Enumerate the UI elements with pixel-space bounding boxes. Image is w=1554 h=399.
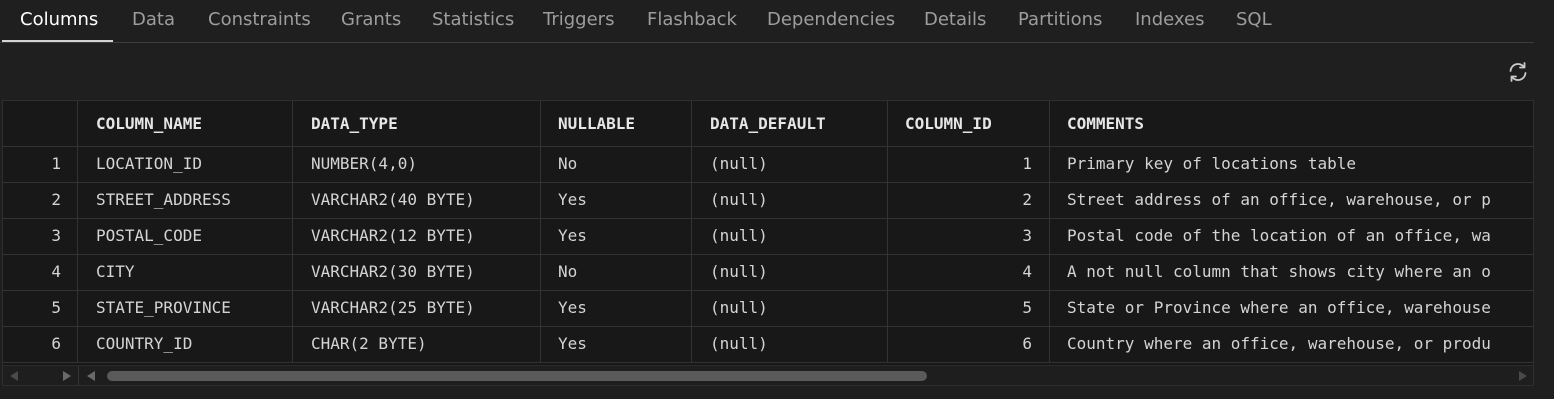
scrollbar-divider	[78, 366, 79, 385]
cell-data-default[interactable]: (null)	[692, 255, 888, 291]
cell-nullable[interactable]: Yes	[541, 327, 692, 363]
header-nullable[interactable]: NULLABLE	[541, 101, 692, 147]
cell-comments[interactable]: Primary key of locations table	[1050, 147, 1533, 183]
tab-dependencies[interactable]: Dependencies	[767, 0, 895, 42]
cell-data-type[interactable]: NUMBER(4,0)	[293, 147, 541, 183]
cell-column-name[interactable]: LOCATION_ID	[78, 147, 293, 183]
tab-sql[interactable]: SQL	[1236, 0, 1272, 42]
refresh-button[interactable]	[1506, 60, 1530, 84]
cell-column-id[interactable]: 3	[888, 219, 1050, 255]
cell-nullable[interactable]: No	[541, 147, 692, 183]
cell-data-type[interactable]: VARCHAR2(25 BYTE)	[293, 291, 541, 327]
header-data-type[interactable]: DATA_TYPE	[293, 101, 541, 147]
scrollbar-thumb[interactable]	[107, 371, 927, 381]
cell-column-id[interactable]: 5	[888, 291, 1050, 327]
table-row[interactable]: 5 STATE_PROVINCE VARCHAR2(25 BYTE) Yes (…	[3, 291, 1533, 327]
cell-data-type[interactable]: CHAR(2 BYTE)	[293, 327, 541, 363]
cell-data-default[interactable]: (null)	[692, 219, 888, 255]
scroll-left-arrow-icon[interactable]	[10, 371, 18, 381]
cell-column-id[interactable]: 4	[888, 255, 1050, 291]
cell-data-type[interactable]: VARCHAR2(40 BYTE)	[293, 183, 541, 219]
header-rownum	[3, 101, 78, 147]
cell-comments[interactable]: State or Province where an office, wareh…	[1050, 291, 1533, 327]
tab-flashback[interactable]: Flashback	[647, 0, 737, 42]
cell-comments[interactable]: Postal code of the location of an office…	[1050, 219, 1533, 255]
row-number: 5	[3, 291, 78, 327]
cell-data-type[interactable]: VARCHAR2(12 BYTE)	[293, 219, 541, 255]
tab-partitions[interactable]: Partitions	[1018, 0, 1102, 42]
scroll-right-arrow-icon[interactable]	[1519, 371, 1527, 381]
tab-constraints[interactable]: Constraints	[208, 0, 311, 42]
tab-triggers[interactable]: Triggers	[543, 0, 614, 42]
horizontal-scrollbar[interactable]	[3, 365, 1533, 385]
scroll-right-arrow-icon[interactable]	[63, 371, 71, 381]
row-number: 3	[3, 219, 78, 255]
header-data-default[interactable]: DATA_DEFAULT	[692, 101, 888, 147]
columns-grid: COLUMN_NAME DATA_TYPE NULLABLE DATA_DEFA…	[2, 100, 1534, 386]
table-row[interactable]: 3 POSTAL_CODE VARCHAR2(12 BYTE) Yes (nul…	[3, 219, 1533, 255]
cell-column-id[interactable]: 2	[888, 183, 1050, 219]
cell-comments[interactable]: Street address of an office, warehouse, …	[1050, 183, 1533, 219]
cell-data-default[interactable]: (null)	[692, 327, 888, 363]
cell-comments[interactable]: A not null column that shows city where …	[1050, 255, 1533, 291]
tab-indexes[interactable]: Indexes	[1135, 0, 1204, 42]
active-tab-indicator	[2, 40, 113, 42]
cell-column-name[interactable]: POSTAL_CODE	[78, 219, 293, 255]
table-row[interactable]: 4 CITY VARCHAR2(30 BYTE) No (null) 4 A n…	[3, 255, 1533, 291]
cell-column-name[interactable]: CITY	[78, 255, 293, 291]
cell-column-id[interactable]: 1	[888, 147, 1050, 183]
cell-nullable[interactable]: No	[541, 255, 692, 291]
cell-comments[interactable]: Country where an office, warehouse, or p…	[1050, 327, 1533, 363]
tab-data[interactable]: Data	[132, 0, 175, 42]
cell-data-default[interactable]: (null)	[692, 147, 888, 183]
row-number: 1	[3, 147, 78, 183]
tab-grants[interactable]: Grants	[341, 0, 401, 42]
header-comments[interactable]: COMMENTS	[1050, 101, 1533, 147]
cell-nullable[interactable]: Yes	[541, 291, 692, 327]
refresh-icon	[1509, 62, 1527, 82]
tab-bar: Columns Data Constraints Grants Statisti…	[0, 0, 1534, 43]
cell-data-default[interactable]: (null)	[692, 291, 888, 327]
header-column-name[interactable]: COLUMN_NAME	[78, 101, 293, 147]
table-row[interactable]: 1 LOCATION_ID NUMBER(4,0) No (null) 1 Pr…	[3, 147, 1533, 183]
cell-column-name[interactable]: STREET_ADDRESS	[78, 183, 293, 219]
cell-nullable[interactable]: Yes	[541, 219, 692, 255]
row-number: 2	[3, 183, 78, 219]
cell-nullable[interactable]: Yes	[541, 183, 692, 219]
tab-details[interactable]: Details	[924, 0, 986, 42]
tab-columns[interactable]: Columns	[20, 0, 98, 42]
tab-statistics[interactable]: Statistics	[432, 0, 514, 42]
row-number: 4	[3, 255, 78, 291]
grid-header: COLUMN_NAME DATA_TYPE NULLABLE DATA_DEFA…	[3, 101, 1533, 147]
cell-column-name[interactable]: COUNTRY_ID	[78, 327, 293, 363]
cell-column-name[interactable]: STATE_PROVINCE	[78, 291, 293, 327]
header-column-id[interactable]: COLUMN_ID	[888, 101, 1050, 147]
table-row[interactable]: 6 COUNTRY_ID CHAR(2 BYTE) Yes (null) 6 C…	[3, 327, 1533, 363]
scroll-left-arrow-icon[interactable]	[87, 371, 95, 381]
cell-data-default[interactable]: (null)	[692, 183, 888, 219]
row-number: 6	[3, 327, 78, 363]
cell-column-id[interactable]: 6	[888, 327, 1050, 363]
table-row[interactable]: 2 STREET_ADDRESS VARCHAR2(40 BYTE) Yes (…	[3, 183, 1533, 219]
cell-data-type[interactable]: VARCHAR2(30 BYTE)	[293, 255, 541, 291]
